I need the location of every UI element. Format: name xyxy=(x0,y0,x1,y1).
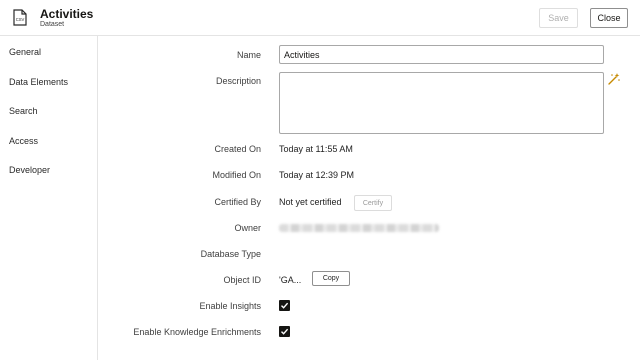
object-id-value: 'GA... xyxy=(279,275,302,285)
sidebar-item-search[interactable]: Search xyxy=(9,106,38,116)
page-subtitle: Dataset xyxy=(40,21,65,28)
modified-on-value: Today at 12:39 PM xyxy=(279,170,355,180)
name-input[interactable] xyxy=(279,45,604,64)
object-id-label: Object ID xyxy=(223,275,261,285)
copy-button[interactable]: Copy xyxy=(312,271,350,286)
certified-by-value: Not yet certified xyxy=(279,197,342,207)
save-button[interactable]: Save xyxy=(539,8,578,28)
owner-label: Owner xyxy=(234,223,261,233)
enable-knowledge-checkbox[interactable] xyxy=(279,326,290,337)
created-on-value: Today at 11:55 AM xyxy=(279,144,353,154)
magic-wand-icon[interactable] xyxy=(607,72,621,86)
checkmark-icon xyxy=(281,302,289,309)
svg-text:CSV: CSV xyxy=(16,17,25,22)
dialog-header: CSV Activities Dataset Save Close xyxy=(0,0,640,36)
enable-insights-checkbox[interactable] xyxy=(279,300,290,311)
certify-button[interactable]: Certify xyxy=(354,195,392,211)
csv-file-icon: CSV xyxy=(13,9,27,26)
enable-knowledge-label: Enable Knowledge Enrichments xyxy=(133,327,261,337)
sidebar-item-data-elements[interactable]: Data Elements xyxy=(9,77,68,87)
name-label: Name xyxy=(236,50,261,60)
enable-insights-label: Enable Insights xyxy=(199,301,261,311)
certified-by-label: Certified By xyxy=(214,197,261,207)
close-button[interactable]: Close xyxy=(590,8,628,28)
description-field[interactable] xyxy=(279,72,604,134)
owner-value-redacted xyxy=(279,224,439,232)
page-title: Activities xyxy=(40,7,94,21)
sidebar-item-general[interactable]: General xyxy=(9,47,41,57)
database-type-label: Database Type xyxy=(200,249,261,259)
sidebar-item-developer[interactable]: Developer xyxy=(9,165,50,175)
checkmark-icon xyxy=(281,328,289,335)
sidebar: General Data Elements Search Access Deve… xyxy=(0,36,98,360)
sidebar-item-access[interactable]: Access xyxy=(9,136,38,146)
modified-on-label: Modified On xyxy=(212,170,261,180)
created-on-label: Created On xyxy=(214,144,261,154)
description-label: Description xyxy=(215,76,261,86)
